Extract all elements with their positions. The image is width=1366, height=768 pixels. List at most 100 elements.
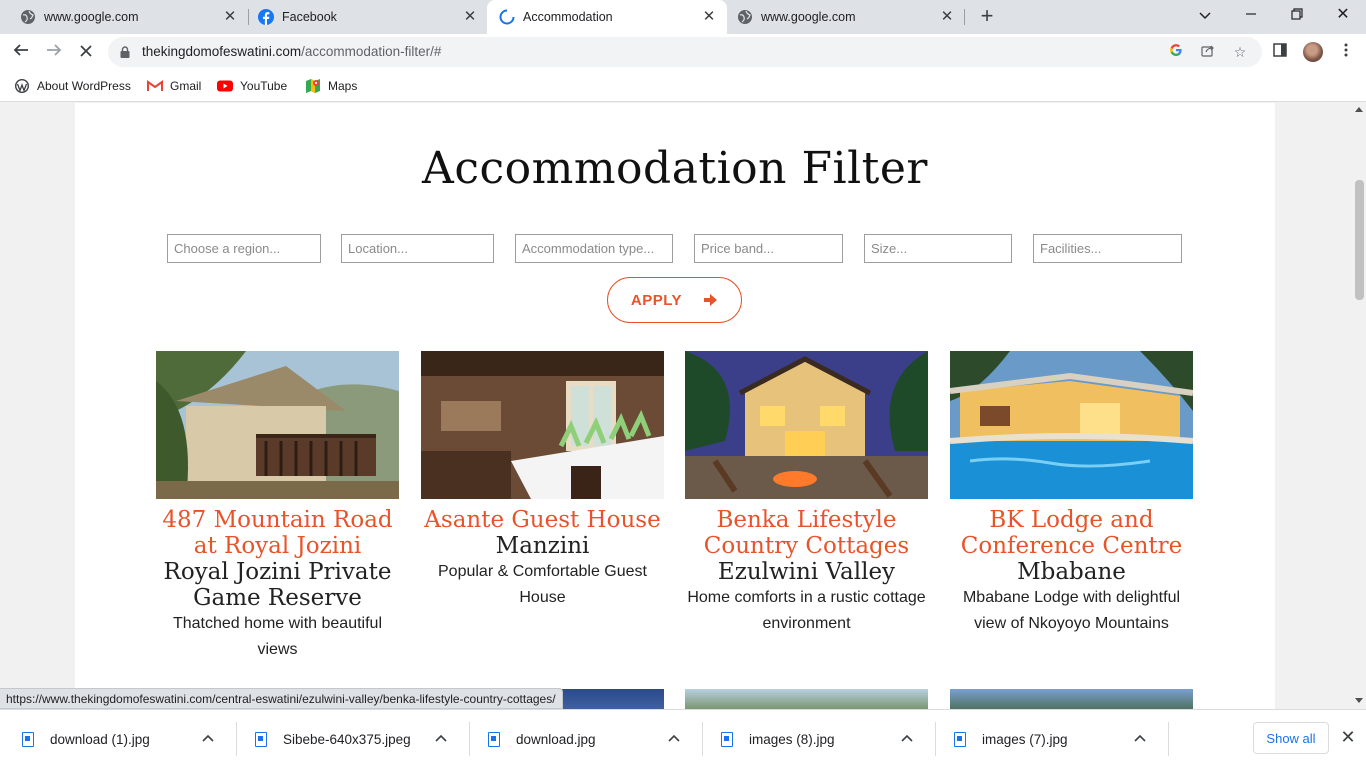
close-tab-icon[interactable]: ✕ — [222, 9, 238, 25]
bookmark-maps[interactable]: Maps — [305, 76, 357, 96]
close-window-button[interactable]: ✕ — [1329, 4, 1357, 28]
bookmark-label: Maps — [328, 79, 358, 93]
download-filename: images (7).jpg — [982, 731, 1068, 747]
close-tab-icon[interactable]: ✕ — [701, 9, 717, 25]
apply-label: APPLY — [630, 291, 683, 309]
close-tab-icon[interactable]: ✕ — [939, 9, 955, 25]
download-item[interactable]: download.jpg — [466, 710, 699, 768]
image-file-icon — [22, 731, 34, 747]
back-button[interactable] — [9, 41, 33, 63]
listing-location: Royal Jozini Private Game Reserve — [163, 559, 392, 611]
scroll-up-arrow-icon[interactable] — [1355, 107, 1363, 112]
chevron-up-icon[interactable] — [900, 731, 914, 745]
tab-title: www.google.com — [761, 10, 856, 24]
new-tab-button[interactable]: + — [977, 5, 997, 28]
listing-image[interactable] — [950, 351, 1193, 499]
youtube-icon — [217, 78, 233, 94]
minimize-button[interactable] — [1237, 4, 1265, 28]
listing-location: Manzini — [495, 533, 590, 559]
facebook-icon — [258, 9, 274, 25]
image-file-icon — [488, 731, 500, 747]
forward-button[interactable] — [42, 41, 66, 63]
tab-google-2[interactable]: www.google.com ✕ — [727, 0, 965, 34]
listing-card[interactable]: 487 Mountain Road at Royal Jozini Royal … — [156, 351, 399, 663]
page-viewport: Accommodation Filter Choose a region... … — [0, 103, 1352, 709]
accommodation-type-filter[interactable]: Accommodation type... — [515, 234, 673, 263]
tab-strip: www.google.com ✕ Facebook ✕ Accommodatio… — [0, 0, 1366, 34]
tab-google-1[interactable]: www.google.com ✕ — [0, 0, 248, 34]
tab-title: www.google.com — [44, 10, 139, 24]
wordpress-icon — [14, 78, 30, 94]
tab-accommodation[interactable]: Accommodation ✕ — [487, 0, 727, 34]
url-domain: thekingdomofeswatini.com — [142, 44, 302, 59]
location-filter[interactable]: Location... — [341, 234, 494, 263]
bookmark-youtube[interactable]: YouTube — [217, 76, 287, 96]
chevron-up-icon[interactable] — [201, 731, 215, 745]
bookmark-star-icon[interactable]: ☆ — [1231, 43, 1249, 61]
bookmark-label: Gmail — [170, 79, 202, 93]
apply-button[interactable]: APPLY — [607, 277, 742, 323]
chevron-up-icon[interactable] — [667, 731, 681, 745]
address-bar[interactable]: thekingdomofeswatini.com/accommodation-f… — [108, 37, 1262, 67]
chevron-up-icon[interactable] — [434, 731, 448, 745]
restore-button[interactable] — [1283, 4, 1311, 28]
show-all-downloads-button[interactable]: Show all — [1253, 722, 1329, 754]
bookmark-about-wordpress[interactable]: About WordPress — [14, 76, 131, 96]
download-filename: images (8).jpg — [749, 731, 835, 747]
listing-image[interactable] — [685, 351, 928, 499]
listing-image[interactable] — [421, 351, 664, 499]
listing-title[interactable]: BK Lodge and Conference Centre — [950, 507, 1193, 559]
facilities-filter[interactable]: Facilities... — [1033, 234, 1182, 263]
listing-card[interactable]: Asante Guest House Manzini Popular & Com… — [421, 351, 664, 611]
download-item[interactable]: Sibebe-640x375.jpeg — [233, 710, 466, 768]
divider — [1168, 722, 1169, 756]
download-filename: download.jpg — [516, 731, 596, 747]
listing-description: Home comforts in a rustic cottage enviro… — [687, 589, 926, 632]
size-filter[interactable]: Size... — [864, 234, 1012, 263]
region-filter[interactable]: Choose a region... — [167, 234, 321, 263]
browser-toolbar: thekingdomofeswatini.com/accommodation-f… — [0, 34, 1366, 70]
tab-title: Facebook — [282, 10, 337, 24]
listing-card[interactable]: Benka Lifestyle Country Cottages Ezulwin… — [685, 351, 928, 637]
menu-kebab-icon[interactable] — [1336, 42, 1356, 62]
tab-facebook[interactable]: Facebook ✕ — [238, 0, 488, 34]
image-file-icon — [721, 731, 733, 747]
listing-title[interactable]: Asante Guest House — [421, 507, 664, 533]
url-text[interactable]: thekingdomofeswatini.com/accommodation-f… — [142, 44, 441, 59]
lock-icon[interactable] — [120, 45, 130, 58]
arrow-right-icon — [704, 293, 718, 307]
page-title: Accommodation Filter — [422, 143, 928, 194]
listing-image[interactable] — [685, 689, 928, 709]
side-panel-icon[interactable] — [1270, 42, 1290, 62]
profile-avatar[interactable] — [1303, 42, 1323, 62]
price-band-filter[interactable]: Price band... — [694, 234, 843, 263]
maps-icon — [305, 78, 321, 94]
bookmarks-bar: About WordPress Gmail YouTube Maps — [0, 70, 1366, 102]
close-download-shelf-icon[interactable]: ✕ — [1339, 728, 1357, 746]
tab-search-icon[interactable] — [1191, 4, 1219, 28]
download-item[interactable]: images (8).jpg — [699, 710, 932, 768]
listing-image[interactable] — [950, 689, 1193, 709]
bookmark-gmail[interactable]: Gmail — [147, 76, 201, 96]
scrollbar-thumb[interactable] — [1355, 180, 1364, 300]
gmail-icon — [147, 78, 163, 94]
page-scrollbar[interactable] — [1352, 103, 1366, 709]
chevron-up-icon[interactable] — [1133, 731, 1147, 745]
page-content: Accommodation Filter Choose a region... … — [75, 103, 1275, 709]
listing-image[interactable] — [156, 351, 399, 499]
download-item[interactable]: download (1).jpg — [0, 710, 233, 768]
scroll-down-arrow-icon[interactable] — [1355, 698, 1363, 703]
google-translate-icon[interactable] — [1167, 43, 1185, 61]
download-item[interactable]: images (7).jpg — [932, 710, 1165, 768]
url-path: /accommodation-filter/# — [301, 44, 442, 59]
listing-description: Popular & Comfortable Guest House — [438, 563, 647, 606]
listing-title[interactable]: Benka Lifestyle Country Cottages — [685, 507, 928, 559]
stop-loading-button[interactable] — [74, 41, 98, 63]
share-icon[interactable] — [1199, 43, 1217, 61]
close-tab-icon[interactable]: ✕ — [462, 9, 478, 25]
listing-description: Thatched home with beautiful views — [172, 615, 382, 658]
listing-title[interactable]: 487 Mountain Road at Royal Jozini — [156, 507, 399, 559]
listing-card[interactable]: BK Lodge and Conference Centre Mbabane M… — [950, 351, 1193, 637]
image-file-icon — [954, 731, 966, 747]
download-shelf: download (1).jpg Sibebe-640x375.jpeg dow… — [0, 709, 1366, 768]
